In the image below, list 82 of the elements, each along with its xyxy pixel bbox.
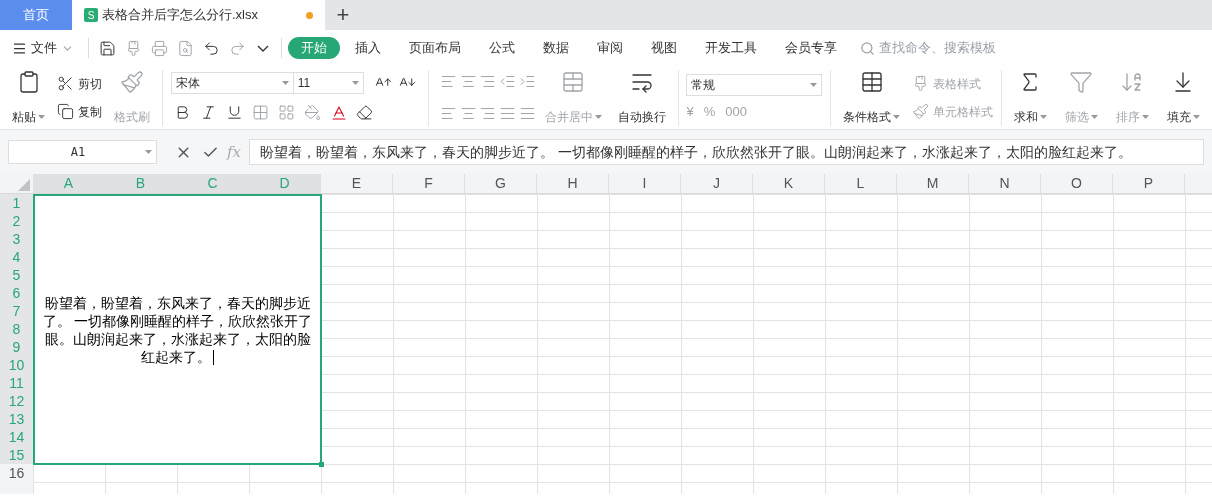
caret-icon: [594, 114, 602, 119]
name-box[interactable]: A1: [8, 140, 157, 164]
caret-icon: [145, 150, 152, 154]
underline-icon: [226, 104, 244, 121]
column-header[interactable]: N: [969, 174, 1041, 193]
caret-icon: [1193, 114, 1200, 119]
caret-icon: [281, 80, 289, 85]
column-header[interactable]: I: [609, 174, 681, 193]
cell-style-icon: [278, 104, 296, 121]
filter-icon: [1069, 69, 1094, 94]
caret-icon: [351, 80, 359, 85]
column-header[interactable]: F: [393, 174, 465, 193]
copy-icon: [57, 103, 74, 120]
align-icon: [498, 105, 516, 122]
cell-text: 盼望着，盼望着，东风来了，春天的脚步近了。 一切都像刚睡醒的样子，欣欣然张开了眼。山朗润起来了，水涨起来了，太阳的脸红起来了。: [41, 293, 314, 366]
ribbon-tab[interactable]: 审阅: [584, 37, 636, 59]
format-painter-icon: [120, 69, 144, 94]
undo-icon: [202, 39, 220, 57]
align-icon: [459, 105, 477, 122]
column-header[interactable]: O: [1041, 174, 1113, 193]
formula-input[interactable]: 盼望着，盼望着，东风来了，春天的脚步近了。 一切都像刚睡醒的样子，欣欣然张开了眼。山朗润起来了，水涨起来了，太阳的脸红起来了。: [249, 139, 1204, 165]
caret-icon: [1091, 114, 1098, 119]
caret-icon: [1142, 114, 1149, 119]
column-header[interactable]: J: [681, 174, 753, 193]
ribbon-tab[interactable]: 会员专享: [772, 37, 850, 59]
column-header[interactable]: K: [753, 174, 825, 193]
ribbon-tab[interactable]: 页面布局: [396, 37, 474, 59]
merged-cell[interactable]: 盼望着，盼望着，东风来了，春天的脚步近了。 一切都像刚睡醒的样子，欣欣然张开了眼。山朗润起来了，水涨起来了，太阳的脸红起来了。: [33, 194, 322, 465]
font-size-dropdown[interactable]: 11: [293, 71, 364, 94]
number-format-dropdown[interactable]: 常规: [686, 73, 823, 96]
ribbon-tab[interactable]: 开发工具: [692, 37, 770, 59]
clear-icon: [356, 104, 374, 121]
column-header[interactable]: E: [321, 174, 393, 193]
column-header[interactable]: L: [825, 174, 897, 193]
merge-center-icon: [561, 69, 586, 94]
save-icon: [98, 39, 116, 57]
copy-button[interactable]: 复制: [57, 99, 102, 124]
align-icon: [518, 105, 536, 122]
align-icon: [479, 105, 497, 122]
new-tab-button[interactable]: +: [325, 0, 361, 30]
file-tab[interactable]: S 表格合并后字怎么分行.xlsx: [72, 0, 325, 30]
column-header[interactable]: H: [537, 174, 609, 193]
search-icon: [860, 40, 875, 56]
wrap-text-button[interactable]: 自动换行: [613, 69, 670, 126]
font-name-dropdown[interactable]: 宋体: [170, 71, 294, 94]
caret-icon: [38, 114, 45, 119]
command-search-field[interactable]: 查找命令、搜索模板: [860, 38, 1019, 58]
align-icon: [440, 73, 457, 90]
menu-icon: [12, 40, 27, 56]
align-icon: [518, 73, 536, 90]
ribbon-tab[interactable]: 公式: [476, 37, 528, 59]
spreadsheet-icon: S: [84, 8, 98, 22]
cut-button[interactable]: 剪切: [57, 71, 102, 96]
column-header[interactable]: M: [897, 174, 969, 193]
row-header[interactable]: 16: [0, 464, 33, 482]
redo-icon: [228, 39, 246, 57]
sum-button[interactable]: 求和: [1010, 69, 1051, 126]
caret-icon: [1040, 114, 1047, 119]
print-icon: [150, 39, 168, 57]
align-icon: [498, 73, 516, 90]
caret-icon: [810, 82, 818, 87]
align-icon: [440, 105, 457, 122]
align-icon: [479, 73, 497, 90]
fill-button[interactable]: 填充: [1163, 69, 1204, 126]
ribbon-tab[interactable]: 视图: [638, 37, 690, 59]
preview-icon: [176, 39, 194, 57]
caret-icon: [893, 114, 901, 119]
column-header[interactable]: P: [1113, 174, 1185, 193]
border-icon: [252, 104, 270, 121]
cell-style-dropdown-icon: [912, 103, 930, 120]
align-icon: [459, 73, 477, 90]
conditional-format-button[interactable]: 条件格式: [839, 69, 905, 126]
ribbon-tab[interactable]: 插入: [342, 37, 394, 59]
paste-button[interactable]: 粘贴: [8, 69, 49, 126]
file-menu[interactable]: 文件: [12, 38, 82, 58]
fill-color-icon: [304, 104, 322, 121]
column-header[interactable]: G: [465, 174, 537, 193]
conditional-format-icon: [859, 69, 884, 94]
cut-icon: [57, 75, 74, 92]
ribbon-tab[interactable]: 数据: [530, 37, 582, 59]
fill-handle[interactable]: [319, 462, 324, 467]
more-icon: [257, 44, 269, 52]
